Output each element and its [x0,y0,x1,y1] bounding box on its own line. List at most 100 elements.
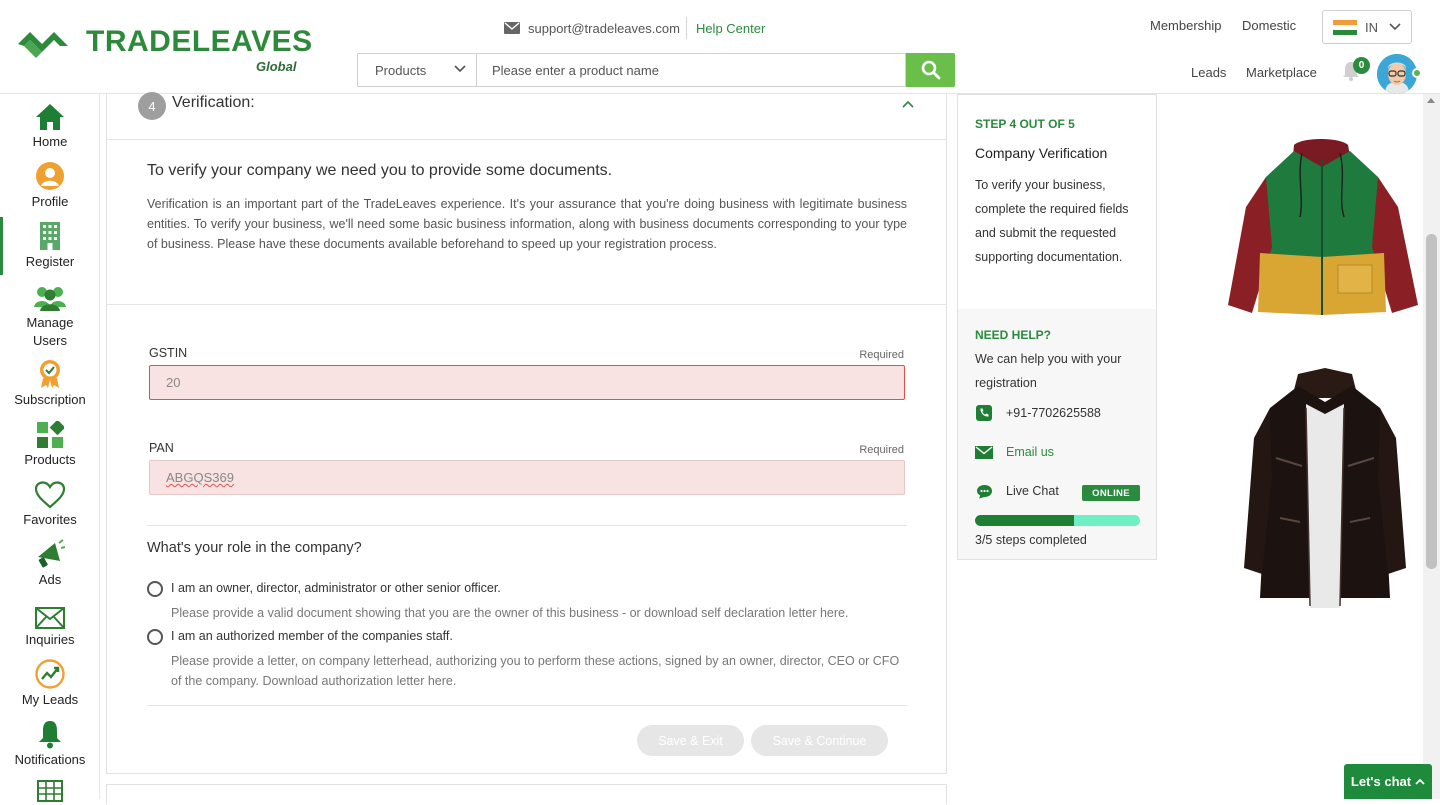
language-value: IN [1365,19,1378,35]
chat-icon [976,484,992,498]
jacket-image [1244,368,1406,608]
sidebar-item-label: Products [24,452,76,467]
search-button[interactable] [906,53,955,87]
divider [107,139,946,140]
pan-required: Required [859,444,904,456]
help-center-link[interactable]: Help Center [696,21,765,36]
nav-leads[interactable]: Leads [1191,65,1226,80]
sidebar-item-subscription[interactable]: Subscription [0,359,100,407]
avatar[interactable] [1377,54,1417,94]
phone-row[interactable]: +91-7702625588 [975,405,1101,421]
divider [685,17,687,39]
chevron-up-icon [1415,778,1425,785]
search-category-value: Products [375,62,427,78]
email-link[interactable]: Email us [1006,445,1054,459]
live-chat-row[interactable]: Live Chat [975,483,1059,499]
intro-text: Verification is an important part of the… [147,197,907,251]
logo-subtitle: Global [256,59,297,74]
scroll-thumb[interactable] [1426,234,1437,569]
sidebar-item-favorites[interactable]: Favorites [0,479,100,527]
role-staff-help: Please provide a letter, on company lett… [171,654,900,688]
logo-text: TRADELEAVES [86,25,313,58]
divider [147,705,907,706]
ad-jacket-leather[interactable] [1240,368,1410,613]
sidebar-item-label: Ads [38,572,62,587]
save-exit-button[interactable]: Save & Exit [637,725,744,756]
gstin-required: Required [859,349,904,361]
need-help-title: NEED HELP? [975,328,1052,342]
users-icon [34,287,66,311]
email-row[interactable]: Email us [975,444,1054,460]
page-scrollbar[interactable] [1423,94,1440,799]
envelope-icon [35,607,65,629]
notification-badge: 0 [1353,57,1370,74]
sidebar-item-label: Favorites [23,512,77,527]
sidebar-item-label: Manage Users [26,315,74,348]
step-number: 4 [138,92,166,120]
online-badge: ONLINE [1082,485,1140,501]
next-section-card [106,784,947,804]
sidebar-item-label: Home [32,134,68,149]
role-question: What's your role in the company? [147,540,362,556]
need-help-text: We can help you with your registration [975,352,1122,390]
nav-membership[interactable]: Membership [1150,18,1222,33]
sidebar-item-products[interactable]: Products [0,419,100,467]
scroll-up-arrow[interactable] [1427,98,1435,103]
sidebar-item-register[interactable]: Register [0,217,100,275]
building-icon [40,222,60,250]
panel-title: Company Verification [975,145,1108,161]
pan-label: PAN [149,441,174,455]
search-input[interactable] [476,53,906,87]
sidebar-item-notifications[interactable]: Notifications [0,719,100,767]
chevron-down-icon [1389,23,1401,31]
sidebar-item-label: Register [25,254,75,269]
divider [107,304,946,305]
sidebar-item-more[interactable] [0,780,100,805]
sidebar-item-ads[interactable]: Ads [0,539,100,587]
logo-leaf-icon [18,32,68,58]
header: TRADELEAVES Global support@tradeleaves.c… [0,0,1440,94]
verification-card: 4 Verification: To verify your company w… [106,92,947,774]
search-category-select[interactable]: Products [357,53,476,87]
role-owner-radio[interactable] [147,581,163,597]
chevron-up-icon[interactable] [902,100,914,108]
search-icon [921,60,940,80]
language-select[interactable]: IN [1322,10,1412,44]
india-flag-icon [1333,19,1357,35]
ad-jacket-colorblock[interactable] [1222,137,1422,322]
email-icon [975,445,993,459]
role-staff-label[interactable]: I am an authorized member of the compani… [171,629,453,643]
nav-marketplace[interactable]: Marketplace [1246,65,1317,80]
megaphone-icon [38,539,65,568]
step-title: Verification: [172,94,255,111]
role-staff-radio[interactable] [147,629,163,645]
profile-icon [36,162,64,190]
subscription-icon [40,360,60,388]
sidebar-item-label: Profile [31,194,69,209]
step-header[interactable]: 4 Verification: [137,92,947,140]
online-status-dot [1412,68,1422,78]
gstin-field[interactable]: 20 [149,365,905,400]
sidebar-item-label: Inquiries [25,632,75,647]
products-icon [37,421,64,448]
role-owner-label[interactable]: I am an owner, director, administrator o… [171,581,501,595]
sidebar-item-label: Subscription [14,392,86,407]
sidebar: Home Profile Register Manage Users Subsc… [0,94,100,802]
pan-field[interactable]: ABGQS369 [149,460,905,495]
sidebar-item-my-leads[interactable]: My Leads [0,659,100,707]
save-continue-button[interactable]: Save & Continue [751,725,888,756]
sidebar-item-home[interactable]: Home [0,101,100,149]
nav-domestic[interactable]: Domestic [1242,18,1296,33]
gstin-label: GSTIN [149,346,188,360]
sidebar-item-inquiries[interactable]: Inquiries [0,599,100,647]
role-owner-help: Please provide a valid document showing … [171,606,849,620]
registration-progress-bar [975,515,1140,526]
support-email[interactable]: support@tradeleaves.com [528,21,680,36]
sidebar-item-profile[interactable]: Profile [0,161,100,209]
home-icon [36,104,64,130]
search-bar: Products [357,53,955,87]
sidebar-item-manage-users[interactable]: Manage Users [0,281,100,350]
lets-chat-button[interactable]: Let's chat [1344,764,1432,799]
logo[interactable]: TRADELEAVES Global [16,24,312,74]
chevron-down-icon [454,65,466,73]
